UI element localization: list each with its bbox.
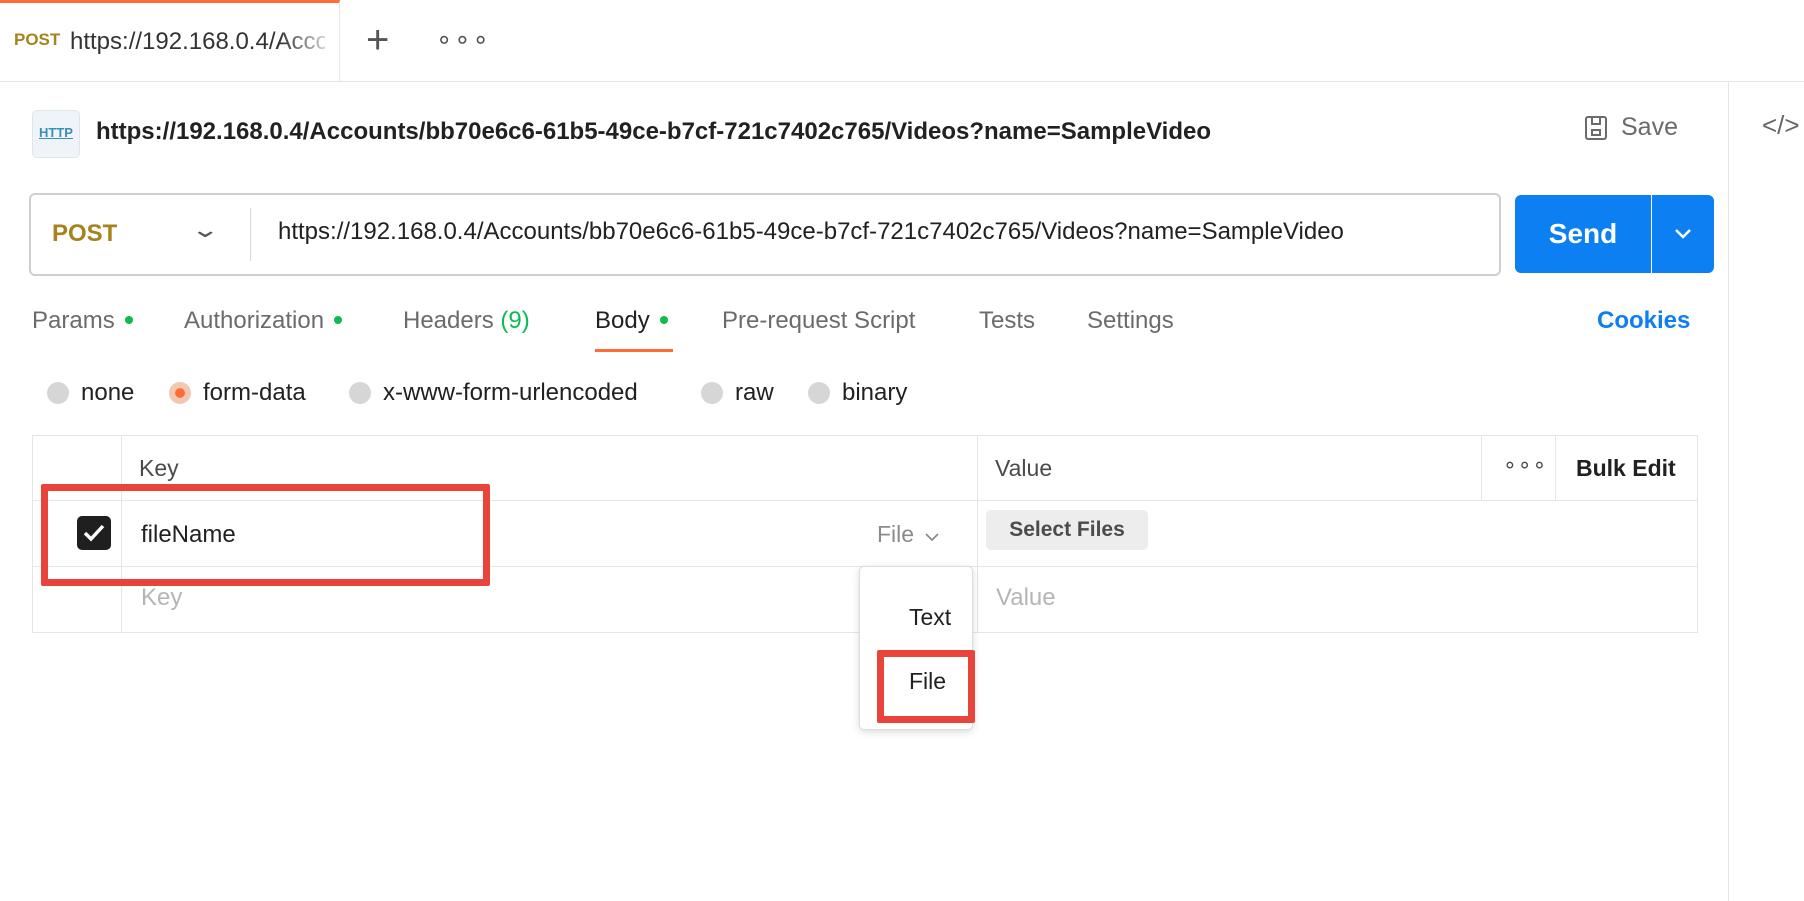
body-mode-binary[interactable]: binary [808, 379, 907, 407]
radio-urlencoded[interactable] [349, 382, 371, 404]
code-icon[interactable]: </> [1762, 110, 1800, 141]
chevron-down-icon [925, 533, 940, 542]
tab-params-label: Params [32, 307, 115, 334]
tab-settings[interactable]: Settings [1087, 307, 1174, 335]
radio-binary[interactable] [808, 382, 830, 404]
more-horizontal-icon[interactable]: ∘∘∘ [1503, 452, 1547, 478]
save-label: Save [1621, 113, 1678, 141]
plus-icon[interactable]: + [366, 20, 389, 60]
send-button[interactable]: Send [1515, 195, 1651, 273]
tab-tests-label: Tests [979, 307, 1036, 334]
body-mode-binary-label: binary [842, 379, 908, 406]
right-sidebar [1728, 82, 1804, 901]
dropdown-option-text[interactable]: Text [909, 604, 951, 631]
send-options-button[interactable] [1652, 195, 1714, 273]
tab-body-label: Body [595, 307, 650, 334]
status-dot [659, 315, 668, 324]
tab-tests[interactable]: Tests [979, 307, 1035, 335]
body-mode-none-label: none [81, 379, 135, 406]
cookies-link[interactable]: Cookies [1597, 307, 1690, 335]
tab-fade [280, 20, 338, 65]
key-type-label: File [877, 521, 915, 547]
tab-settings-label: Settings [1087, 307, 1174, 334]
url-divider [250, 208, 251, 261]
table-divider [1481, 435, 1482, 500]
tab-authorization[interactable]: Authorization [184, 307, 343, 335]
save-button[interactable]: Save [1585, 113, 1678, 142]
status-dot [334, 315, 343, 324]
value-input-empty[interactable]: Value [996, 584, 1056, 612]
key-type-select[interactable]: File [877, 521, 940, 548]
radio-raw[interactable] [701, 382, 723, 404]
active-tab-underline [595, 349, 673, 352]
radio-form-data[interactable] [169, 382, 191, 404]
highlight-box-key-row [41, 484, 490, 586]
headers-count: (9) [500, 307, 530, 334]
key-input-empty[interactable]: Key [141, 584, 182, 612]
highlight-box-file-option [877, 650, 975, 723]
bulk-edit-button[interactable]: Bulk Edit [1576, 455, 1676, 482]
more-horizontal-icon[interactable]: ∘∘∘ [436, 24, 491, 55]
save-icon [1585, 115, 1607, 140]
body-mode-urlencoded-label: x-www-form-urlencoded [383, 379, 638, 406]
body-mode-raw-label: raw [735, 379, 774, 406]
tab-headers[interactable]: Headers (9) [403, 307, 530, 335]
tab-method-label: POST [14, 30, 61, 49]
body-mode-form-data-label: form-data [203, 379, 306, 406]
tab-authorization-label: Authorization [184, 307, 325, 334]
table-divider [977, 435, 978, 633]
table-divider [1555, 435, 1556, 500]
method-select[interactable]: POST [52, 220, 117, 248]
request-title[interactable]: https://192.168.0.4/Accounts/bb70e6c6-61… [96, 118, 1211, 146]
chevron-down-icon[interactable]: ⌄ [190, 217, 220, 243]
tab-headers-label: Headers [403, 307, 494, 334]
tab-pre-request-label: Pre-request Script [722, 307, 916, 334]
chevron-down-icon [1675, 229, 1691, 239]
body-mode-raw[interactable]: raw [701, 379, 774, 407]
select-files-button[interactable]: Select Files [986, 510, 1148, 550]
tab-pre-request-script[interactable]: Pre-request Script [722, 307, 915, 335]
body-mode-urlencoded[interactable]: x-www-form-urlencoded [349, 379, 638, 407]
column-header-value: Value [995, 455, 1053, 481]
tab-body[interactable]: Body [595, 307, 668, 335]
tab-params[interactable]: Params [32, 307, 133, 335]
url-input[interactable]: https://192.168.0.4/Accounts/bb70e6c6-61… [278, 218, 1344, 246]
radio-none[interactable] [47, 382, 69, 404]
http-icon: HTTP [32, 110, 80, 158]
column-header-key: Key [139, 455, 179, 481]
status-dot [124, 315, 133, 324]
body-mode-none[interactable]: none [47, 379, 134, 407]
body-mode-form-data[interactable]: form-data [169, 379, 306, 407]
